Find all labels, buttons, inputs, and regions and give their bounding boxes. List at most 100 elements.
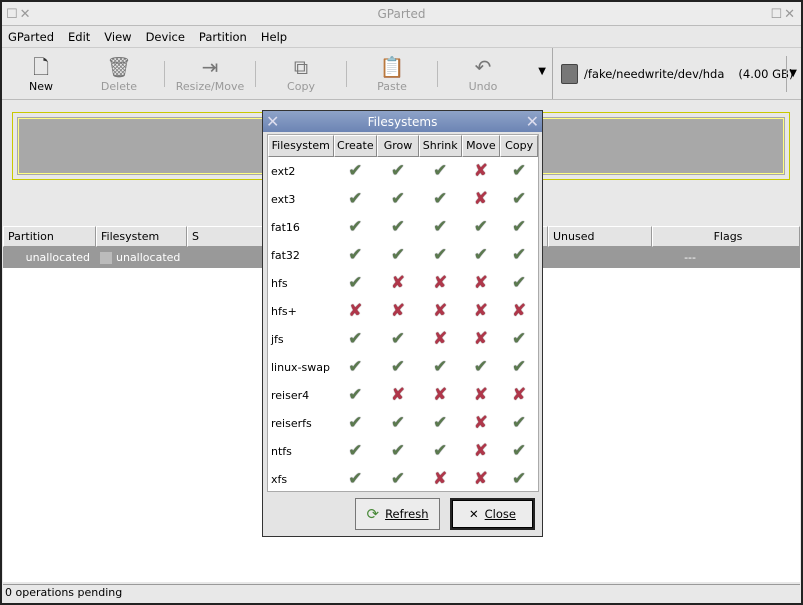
harddisk-icon [561, 63, 578, 84]
partition-unused: --- [684, 251, 696, 264]
window-controls-icon[interactable]: ☐✕ [770, 7, 797, 22]
check-icon: ✔ [512, 469, 527, 489]
cross-icon: ✘ [473, 441, 489, 461]
copy-icon: ⧉ [293, 55, 309, 79]
new-file-icon: 🗋 [32, 55, 50, 79]
filesystem-name: ntfs [271, 444, 292, 458]
filesystems-table: Filesystem Create Grow Shrink Move Copy ext2 ✔… [267, 134, 539, 492]
dialog-close-icon[interactable]: ✕ [526, 112, 539, 131]
toolbar-overflow-icon[interactable]: ▼ [538, 66, 546, 77]
cross-icon: ✘ [473, 189, 489, 209]
cross-icon: ✘ [390, 301, 406, 321]
check-icon: ✔ [348, 189, 363, 209]
check-icon: ✔ [348, 357, 363, 377]
device-selector[interactable]: /fake/needwrite/dev/hda (4.00 GB) ▼ [552, 48, 801, 99]
undo-icon: ↶ [474, 55, 492, 79]
column-unused[interactable]: Unused [548, 226, 652, 247]
toolbar-label: Resize/Move [175, 80, 245, 93]
copy-button[interactable]: ⧉ Copy [262, 48, 340, 99]
check-icon: ✔ [433, 217, 448, 237]
menu-view[interactable]: View [104, 30, 131, 44]
cross-icon: ✘ [473, 329, 489, 349]
check-icon: ✔ [348, 329, 363, 349]
check-icon: ✔ [348, 385, 363, 405]
check-icon: ✔ [473, 217, 489, 237]
filesystem-name: linux-swap [271, 360, 330, 374]
check-icon: ✔ [390, 189, 406, 209]
device-path: /fake/needwrite/dev/hda [584, 66, 725, 81]
header-filesystem[interactable]: Filesystem [268, 135, 334, 157]
refresh-button[interactable]: ⟳ Refresh [355, 498, 440, 530]
toolbar-separator [164, 60, 165, 87]
device-size: (4.00 GB) [738, 66, 794, 81]
cross-icon: ✘ [473, 161, 489, 181]
new-button[interactable]: 🗋 New [2, 48, 80, 99]
cross-icon: ✘ [473, 301, 489, 321]
header-shrink[interactable]: Shrink [418, 135, 462, 157]
close-button[interactable]: ✕ Close [450, 498, 535, 530]
menu-partition[interactable]: Partition [199, 30, 247, 44]
filesystem-name: hfs+ [271, 304, 297, 318]
check-icon: ✔ [390, 441, 406, 461]
dialog-title-bar: ✕ Filesystems ✕ [263, 111, 542, 132]
dialog-title: Filesystems [367, 114, 438, 129]
check-icon: ✔ [433, 189, 448, 209]
toolbar-buttons: 🗋 New 🗑 Delete ⇥ Resize/Move ⧉ Copy 📋 Paste ↶ Undo ▼ [2, 48, 552, 99]
refresh-label: Refresh [385, 507, 429, 521]
header-move[interactable]: Move [461, 135, 501, 157]
column-flags[interactable]: Flags [652, 226, 800, 247]
table-row: fat16 ✔ ✔ ✔ ✔ ✔ [268, 213, 538, 241]
undo-button[interactable]: ↶ Undo [444, 48, 522, 99]
cross-icon: ✘ [433, 385, 448, 405]
window-title: GParted [377, 6, 426, 21]
check-icon: ✔ [348, 245, 363, 265]
check-icon: ✔ [512, 357, 527, 377]
window-menu-icon[interactable]: ☐✕ [6, 7, 33, 22]
check-icon: ✔ [390, 245, 406, 265]
cross-icon: ✘ [512, 301, 527, 321]
filesystem-name: fat16 [271, 220, 300, 234]
chevron-down-icon[interactable]: ▼ [786, 55, 797, 92]
toolbar: 🗋 New 🗑 Delete ⇥ Resize/Move ⧉ Copy 📋 Paste ↶ Undo ▼… [2, 48, 801, 100]
paste-button[interactable]: 📋 Paste [353, 48, 431, 99]
toolbar-separator [255, 60, 256, 87]
header-create[interactable]: Create [333, 135, 378, 157]
resize-move-button[interactable]: ⇥ Resize/Move [171, 48, 249, 99]
check-icon: ✔ [512, 441, 527, 461]
check-icon: ✔ [348, 273, 363, 293]
cross-icon: ✘ [433, 469, 448, 489]
check-icon: ✔ [348, 161, 363, 181]
header-grow[interactable]: Grow [377, 135, 419, 157]
menu-device[interactable]: Device [146, 30, 185, 44]
table-row: fat32 ✔ ✔ ✔ ✔ ✔ [268, 241, 538, 269]
check-icon: ✔ [390, 161, 406, 181]
check-icon: ✔ [433, 245, 448, 265]
dialog-menu-icon[interactable]: ✕ [266, 112, 279, 131]
check-icon: ✔ [433, 357, 448, 377]
menu-gparted[interactable]: GParted [8, 30, 54, 44]
close-x-icon: ✕ [469, 507, 479, 521]
menu-edit[interactable]: Edit [68, 30, 90, 44]
delete-button[interactable]: 🗑 Delete [80, 48, 158, 99]
check-icon: ✔ [433, 161, 448, 181]
cross-icon: ✘ [473, 413, 489, 433]
filesystem-name: jfs [271, 332, 284, 346]
filesystem-name: hfs [271, 276, 288, 290]
check-icon: ✔ [512, 161, 527, 181]
header-copy[interactable]: Copy [500, 135, 538, 157]
partition-name: unallocated [25, 251, 90, 264]
check-icon: ✔ [512, 413, 527, 433]
table-row: ext3 ✔ ✔ ✔ ✘ ✔ [268, 185, 538, 213]
table-row: hfs+ ✘ ✘ ✘ ✘ ✘ [268, 297, 538, 325]
column-partition[interactable]: Partition [3, 226, 96, 247]
check-icon: ✔ [348, 413, 363, 433]
check-icon: ✔ [390, 413, 406, 433]
filesystem-name: ext2 [271, 164, 296, 178]
filesystem-color-icon [100, 251, 112, 264]
status-bar: 0 operations pending [3, 584, 800, 601]
menu-help[interactable]: Help [261, 30, 287, 44]
check-icon: ✔ [390, 469, 406, 489]
cross-icon: ✘ [473, 273, 489, 293]
check-icon: ✔ [512, 189, 527, 209]
column-filesystem[interactable]: Filesystem [96, 226, 187, 247]
